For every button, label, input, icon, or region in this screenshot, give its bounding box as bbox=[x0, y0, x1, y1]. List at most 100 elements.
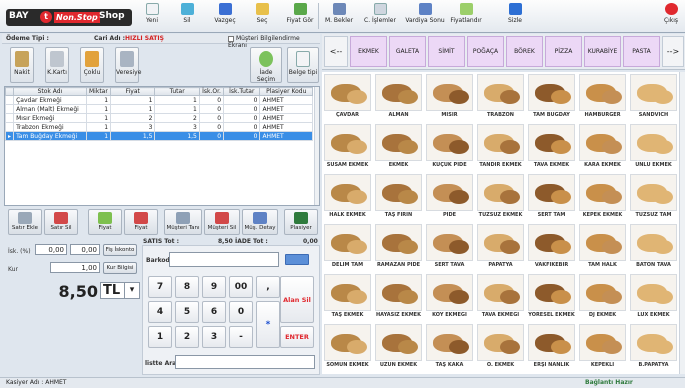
document-type-button[interactable]: Belge tipi bbox=[287, 47, 319, 83]
product-tile[interactable]: VAKFIKEBİR bbox=[528, 224, 575, 272]
product-tile[interactable]: ÇAVDAR bbox=[324, 74, 371, 122]
clear-field-button[interactable]: Alan Sil bbox=[280, 276, 314, 323]
receipt-discount-button[interactable]: Fiş İskonto bbox=[103, 244, 137, 256]
product-tile[interactable]: B.PAPATYA bbox=[630, 324, 677, 372]
grid-header-discount-rate[interactable]: İsk.Or. bbox=[198, 87, 225, 96]
grid-header-name[interactable]: Stok Adı bbox=[13, 87, 87, 96]
key-minus[interactable]: - bbox=[229, 326, 253, 348]
cash-payment-button[interactable]: Nakit bbox=[10, 47, 34, 83]
grid-header-price[interactable]: Fiyat bbox=[110, 87, 156, 96]
grid-header-salesperson[interactable]: Plasiyer Kodu bbox=[259, 87, 313, 96]
key-comma[interactable]: , bbox=[256, 276, 280, 298]
credit-card-button[interactable]: K.Kartı bbox=[45, 47, 69, 83]
credit-sale-button[interactable]: Veresiye bbox=[115, 47, 141, 83]
product-tile[interactable]: SOMUN EKMEK bbox=[324, 324, 371, 372]
exchange-rate-field[interactable]: 1,00 bbox=[50, 262, 100, 273]
table-row[interactable]: Çavdar Ekmeği 1 1 1 0 0 AHMET bbox=[4, 95, 313, 105]
category-next-button[interactable]: --> bbox=[662, 36, 684, 67]
product-tile[interactable]: TAVA EKMEK bbox=[528, 124, 575, 172]
product-tile[interactable]: RAMAZAN PİDE bbox=[375, 224, 422, 272]
table-row[interactable]: Alman (Malt) Ekmeği 1 1 1 0 0 AHMET bbox=[4, 104, 313, 114]
category-tab[interactable]: KURABİYE bbox=[584, 36, 621, 67]
add-row-button[interactable]: Satır Ekle bbox=[8, 209, 42, 235]
multi-payment-button[interactable]: Çoklu bbox=[80, 47, 104, 83]
product-tile[interactable]: UZUN EKMEK bbox=[375, 324, 422, 372]
currency-dropdown-icon[interactable]: ▾ bbox=[124, 283, 139, 298]
discount-amount-field[interactable]: 0,00 bbox=[70, 244, 100, 255]
product-tile[interactable]: KEPEK EKMEK bbox=[579, 174, 626, 222]
price-button-2[interactable]: Fiyat bbox=[124, 209, 158, 235]
key-0[interactable]: 0 bbox=[229, 301, 253, 323]
grid-header-discount-amount[interactable]: İsk.Tutar bbox=[223, 87, 261, 96]
waiting-customers-button[interactable]: M. Bekler bbox=[322, 2, 356, 31]
product-tile[interactable]: EKMEK bbox=[375, 124, 422, 172]
salesperson-button[interactable]: Plasiyer bbox=[284, 209, 318, 235]
category-tab[interactable]: PİZZA bbox=[545, 36, 582, 67]
product-tile[interactable]: TAŞ EKMEK bbox=[324, 274, 371, 322]
key-8[interactable]: 8 bbox=[175, 276, 199, 298]
product-tile[interactable]: KÖY EKMEĞİ bbox=[426, 274, 473, 322]
enter-button[interactable]: ENTER bbox=[280, 326, 314, 348]
minimize-button[interactable]: Sizle bbox=[505, 2, 525, 31]
return-select-button[interactable]: İade Seçim bbox=[250, 47, 282, 83]
product-tile[interactable]: KEPEKLİ bbox=[579, 324, 626, 372]
key-multiply[interactable]: * bbox=[256, 301, 280, 348]
product-tile[interactable]: KÜÇÜK PİDE bbox=[426, 124, 473, 172]
category-tab[interactable]: SİMİT bbox=[428, 36, 465, 67]
product-tile[interactable]: MISIR bbox=[426, 74, 473, 122]
customer-delete-button[interactable]: Müşteri Sil bbox=[204, 209, 240, 235]
table-row[interactable]: Trabzon Ekmeği 1 3 3 0 0 AHMET bbox=[4, 122, 313, 132]
price-view-button[interactable]: Fiyat Gör bbox=[285, 2, 315, 31]
keyboard-icon[interactable] bbox=[285, 254, 309, 265]
product-tile[interactable]: Ö. EKMEK bbox=[477, 324, 524, 372]
new-button[interactable]: Yeni bbox=[140, 2, 164, 31]
product-tile[interactable]: SERT TAM bbox=[528, 174, 575, 222]
product-tile[interactable]: LÜX EKMEK bbox=[630, 274, 677, 322]
product-tile[interactable]: HAYASIZ EKMEK bbox=[375, 274, 422, 322]
product-tile[interactable]: PİDE bbox=[426, 174, 473, 222]
key-1[interactable]: 1 bbox=[148, 326, 172, 348]
product-tile[interactable]: YÖRESEL EKMEK bbox=[528, 274, 575, 322]
product-tile[interactable]: KARA EKMEK bbox=[579, 124, 626, 172]
delete-row-button[interactable]: Satır Sil bbox=[44, 209, 78, 235]
product-tile[interactable]: HAMBURGER bbox=[579, 74, 626, 122]
product-tile[interactable]: ERŞİ NANLIK bbox=[528, 324, 575, 372]
cancel-button[interactable]: Vazgeç bbox=[210, 2, 240, 31]
product-tile[interactable]: ALMAN bbox=[375, 74, 422, 122]
product-tile[interactable]: TAM BUĞDAY bbox=[528, 74, 575, 122]
category-tab[interactable]: PASTA bbox=[623, 36, 660, 67]
discount-percent-field[interactable]: 0,00 bbox=[35, 244, 67, 255]
product-tile[interactable]: HALK EKMEK bbox=[324, 174, 371, 222]
product-tile[interactable]: DJ EKMEK bbox=[579, 274, 626, 322]
grid-header-quantity[interactable]: Miktar bbox=[85, 87, 112, 96]
product-tile[interactable]: TUZSUZ TAM bbox=[630, 174, 677, 222]
exit-button[interactable]: Çıkış bbox=[660, 2, 682, 31]
select-button[interactable]: Seç bbox=[250, 2, 274, 31]
category-tab[interactable]: EKMEK bbox=[350, 36, 387, 67]
table-row-selected[interactable]: ▸ Tam Buğday Ekmeği 1 1,5 1,5 0 0 AHMET bbox=[4, 131, 313, 141]
customer-define-button[interactable]: Müşteri Tanı bbox=[164, 209, 202, 235]
product-tile[interactable]: BATON TAVA bbox=[630, 224, 677, 272]
key-5[interactable]: 5 bbox=[175, 301, 199, 323]
product-tile[interactable]: DELİM TAM bbox=[324, 224, 371, 272]
price-button-1[interactable]: Fiyat bbox=[88, 209, 122, 235]
key-6[interactable]: 6 bbox=[202, 301, 226, 323]
category-tab[interactable]: POĞAÇA bbox=[467, 36, 504, 67]
product-tile[interactable]: TAŞ FIRIN bbox=[375, 174, 422, 222]
key-9[interactable]: 9 bbox=[202, 276, 226, 298]
key-7[interactable]: 7 bbox=[148, 276, 172, 298]
customer-detail-button[interactable]: Müş. Detay bbox=[242, 209, 278, 235]
delete-button[interactable]: Sil bbox=[175, 2, 199, 31]
product-tile[interactable]: TAŞ KAKA bbox=[426, 324, 473, 372]
cash-operations-button[interactable]: C. İşlemler bbox=[362, 2, 398, 31]
exchange-rate-info-button[interactable]: Kur Bilgisi bbox=[103, 262, 137, 274]
grid-header-amount[interactable]: Tutar bbox=[154, 87, 200, 96]
key-4[interactable]: 4 bbox=[148, 301, 172, 323]
shift-end-button[interactable]: Vardiya Sonu bbox=[404, 2, 446, 31]
product-tile[interactable]: TRABZON bbox=[477, 74, 524, 122]
product-tile[interactable]: UNLU EKMEK bbox=[630, 124, 677, 172]
product-tile[interactable]: TANDIR EKMEK bbox=[477, 124, 524, 172]
key-3[interactable]: 3 bbox=[202, 326, 226, 348]
barcode-input[interactable] bbox=[169, 252, 279, 267]
pricing-button[interactable]: Fiyatlandır bbox=[447, 2, 485, 31]
